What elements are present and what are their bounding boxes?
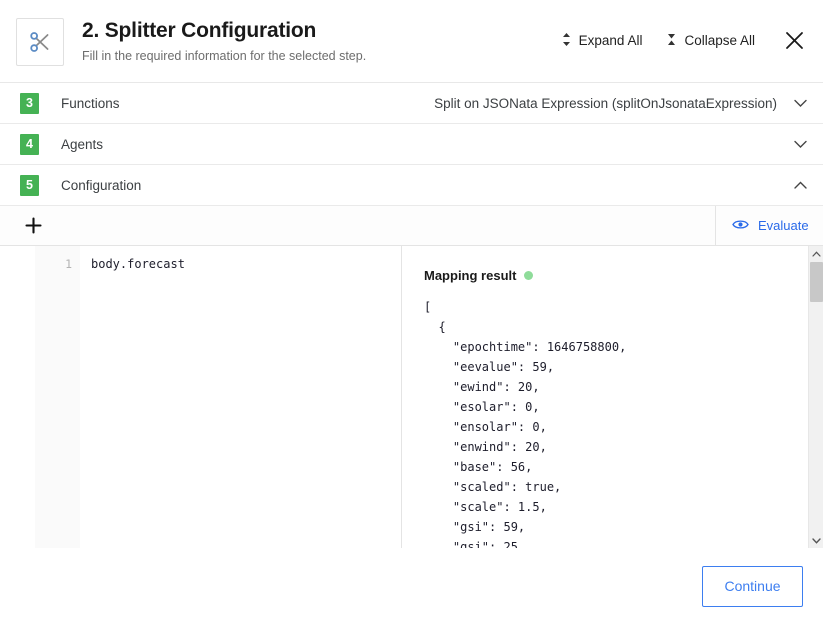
scroll-down-button[interactable] [809,533,823,548]
eye-icon [732,218,749,234]
expand-vertical-icon [561,32,572,50]
step-badge: 3 [20,92,39,114]
configuration-panel: Evaluate 1 body.forecast Mapping result … [0,206,823,548]
continue-button[interactable]: Continue [702,565,803,607]
accordion-row-functions[interactable]: 3 Functions Split on JSONata Expression … [0,83,823,124]
splitter-configuration-dialog: 2. Splitter Configuration Fill in the re… [0,0,823,624]
collapse-all-button[interactable]: Collapse All [665,30,756,52]
expression-editor[interactable]: 1 body.forecast [0,246,402,548]
accordion-label: Agents [61,136,104,152]
evaluate-button[interactable]: Evaluate [732,218,809,234]
scrollbar-thumb[interactable] [810,262,823,302]
scroll-up-button[interactable] [809,246,823,261]
mapping-result-json: [ { "epochtime": 1646758800, "eevalue": … [424,300,627,548]
step-badge: 4 [20,133,39,155]
step-badge: 5 [20,174,39,196]
dialog-footer: Continue [0,548,823,624]
expand-all-button[interactable]: Expand All [560,30,644,52]
header-text-block: 2. Splitter Configuration Fill in the re… [82,17,560,65]
accordion-row-configuration[interactable]: 5 Configuration [0,165,823,206]
editor-left-spacer [0,246,35,548]
editor-result-split: 1 body.forecast Mapping result [ { "epoc… [0,246,823,548]
toolbar-right-section: Evaluate [716,206,823,245]
collapse-all-label: Collapse All [684,33,755,48]
collapse-vertical-icon [666,32,677,50]
evaluate-label: Evaluate [758,218,809,233]
header-actions: Expand All Collapse All [560,28,807,53]
editor-toolbar: Evaluate [0,206,823,246]
close-icon[interactable] [782,28,807,53]
mapping-result-title: Mapping result [424,268,517,283]
editor-code-content[interactable]: body.forecast [80,246,401,548]
mapping-result-header: Mapping result [424,268,823,283]
status-badge [524,271,534,280]
plus-icon[interactable] [22,215,44,237]
result-scrollbar[interactable] [808,246,823,548]
dialog-header: 2. Splitter Configuration Fill in the re… [0,0,823,83]
editor-line-numbers: 1 [35,246,80,548]
page-title: 2. Splitter Configuration [82,19,317,42]
scissors-icon [16,18,64,66]
accordion-value: Split on JSONata Expression (splitOnJson… [434,95,777,111]
accordion-label: Functions [61,95,120,111]
page-subtitle: Fill in the required information for the… [82,49,367,63]
expand-all-label: Expand All [578,33,643,48]
chevron-up-icon[interactable] [793,178,807,192]
chevron-down-icon[interactable] [793,137,807,151]
mapping-result-pane: Mapping result [ { "epochtime": 16467588… [402,246,823,548]
accordion-list: 3 Functions Split on JSONata Expression … [0,83,823,206]
chevron-down-icon[interactable] [793,96,807,110]
accordion-label: Configuration [61,177,142,193]
toolbar-left-section [0,206,716,245]
accordion-row-agents[interactable]: 4 Agents [0,124,823,165]
